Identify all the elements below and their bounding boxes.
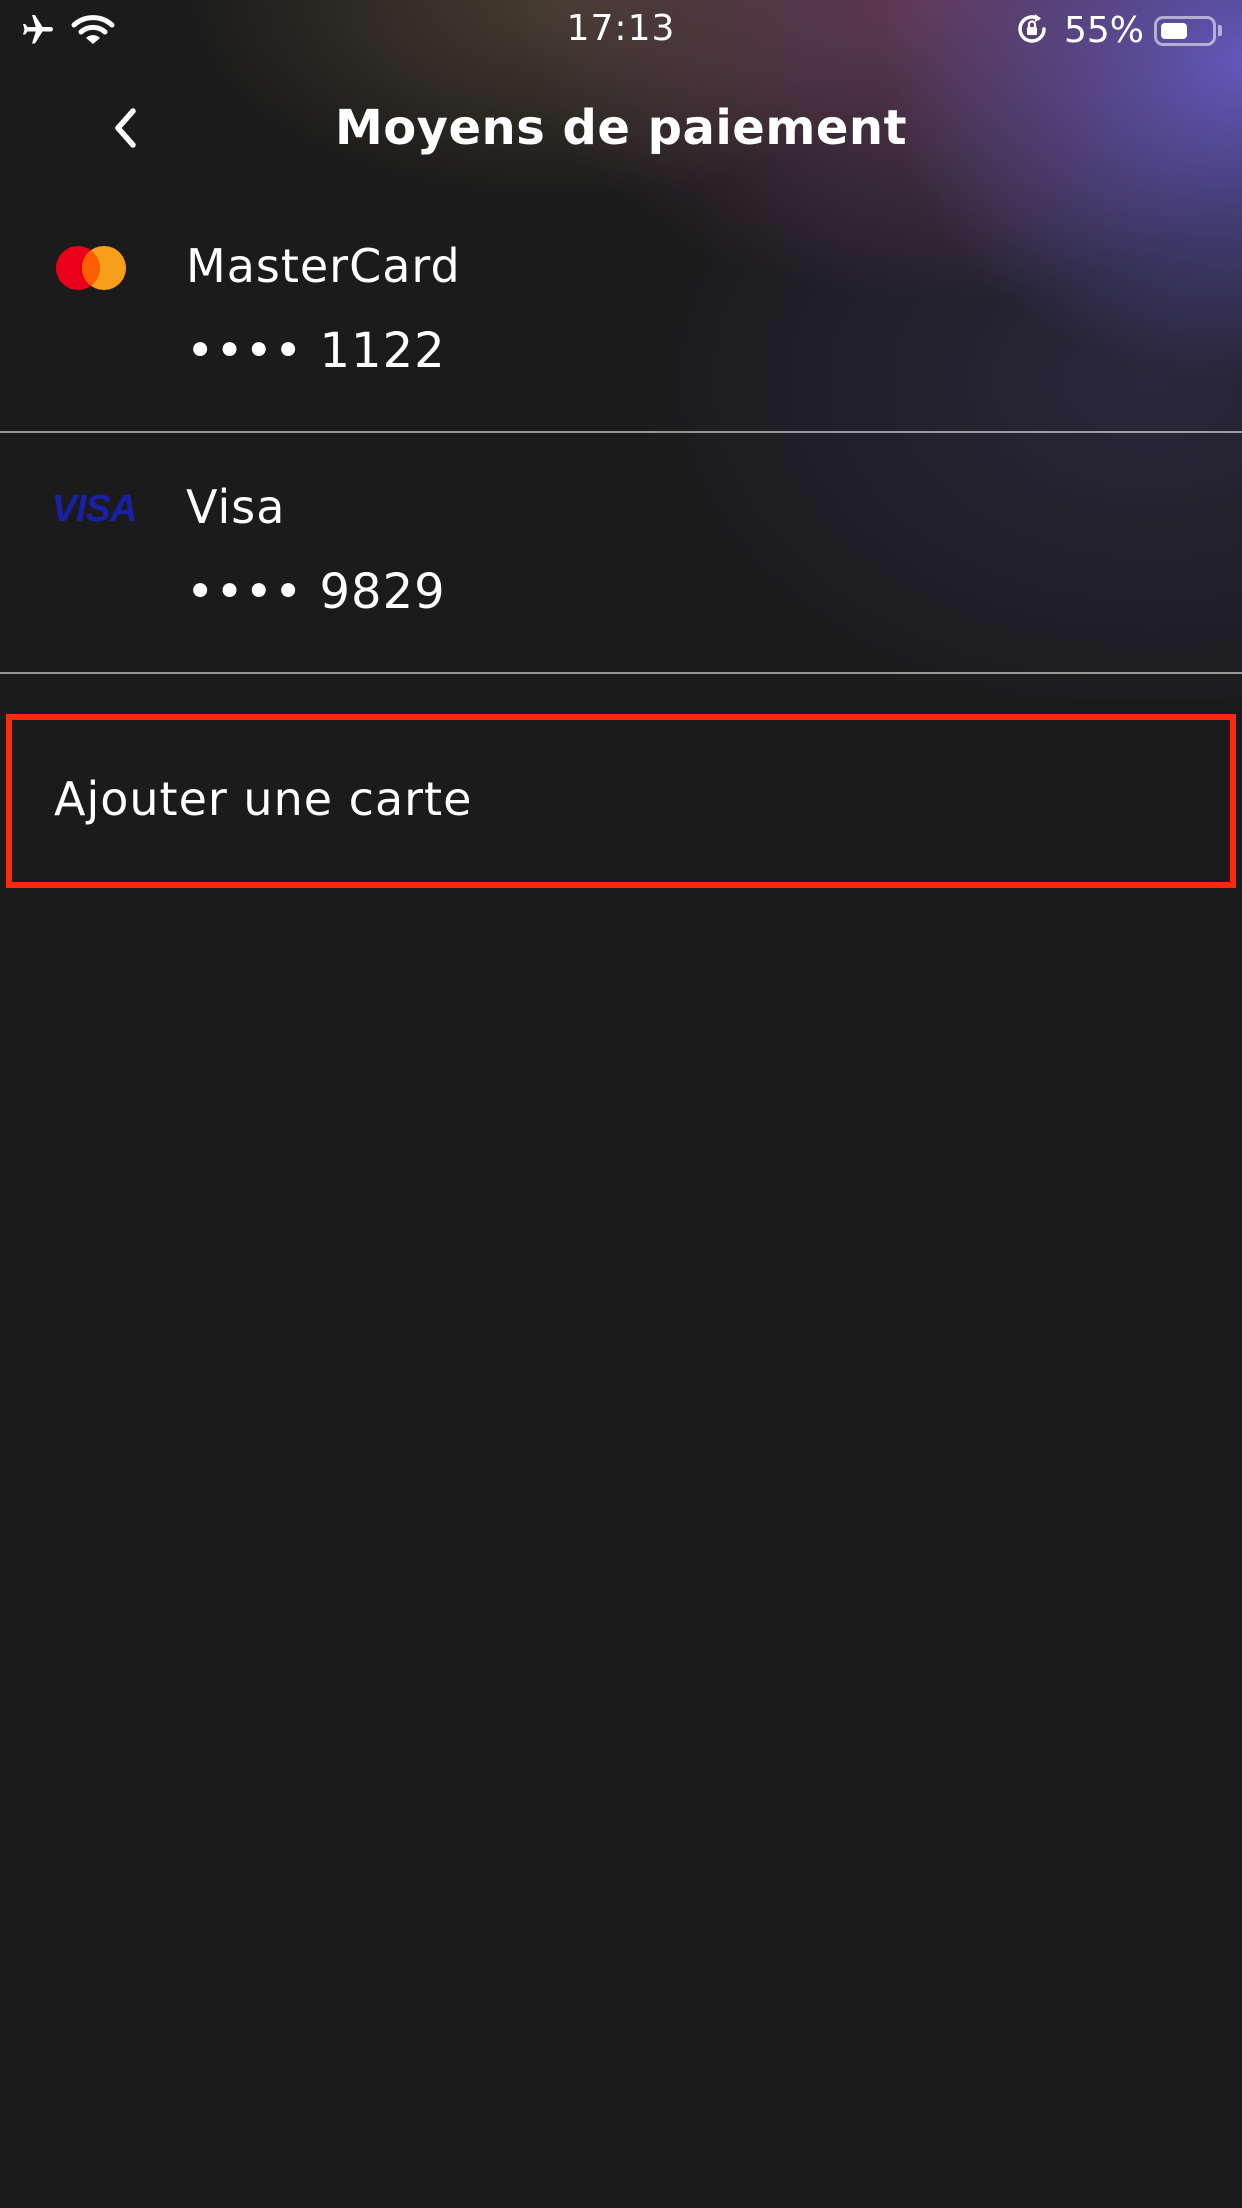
svg-text:VISA: VISA <box>52 488 137 530</box>
page-title: Moyens de paiement <box>334 100 908 156</box>
mastercard-logo-icon <box>48 243 140 293</box>
card-brand-label: Visa <box>186 480 286 534</box>
battery-icon <box>1154 15 1216 46</box>
payment-card-visa[interactable]: VISA Visa •••• 9829 <box>0 434 1242 674</box>
battery-fill <box>1161 22 1187 39</box>
add-card-label: Ajouter une carte <box>54 772 473 826</box>
add-card-button[interactable]: Ajouter une carte <box>6 714 1236 888</box>
status-right: 55% <box>1014 10 1222 51</box>
battery-percent: 55% <box>1063 10 1144 51</box>
card-number-label: •••• 1122 <box>186 323 446 379</box>
battery-cap <box>1218 25 1222 36</box>
rotation-lock-icon <box>1014 11 1050 51</box>
payment-card-mastercard[interactable]: MasterCard •••• 1122 <box>0 193 1242 433</box>
visa-logo-icon: VISA <box>48 484 140 534</box>
card-brand-label: MasterCard <box>186 239 461 293</box>
status-bar: 17:13 55% <box>0 0 1242 62</box>
card-number-label: •••• 9829 <box>186 564 446 620</box>
nav-header: Moyens de paiement <box>0 80 1242 180</box>
